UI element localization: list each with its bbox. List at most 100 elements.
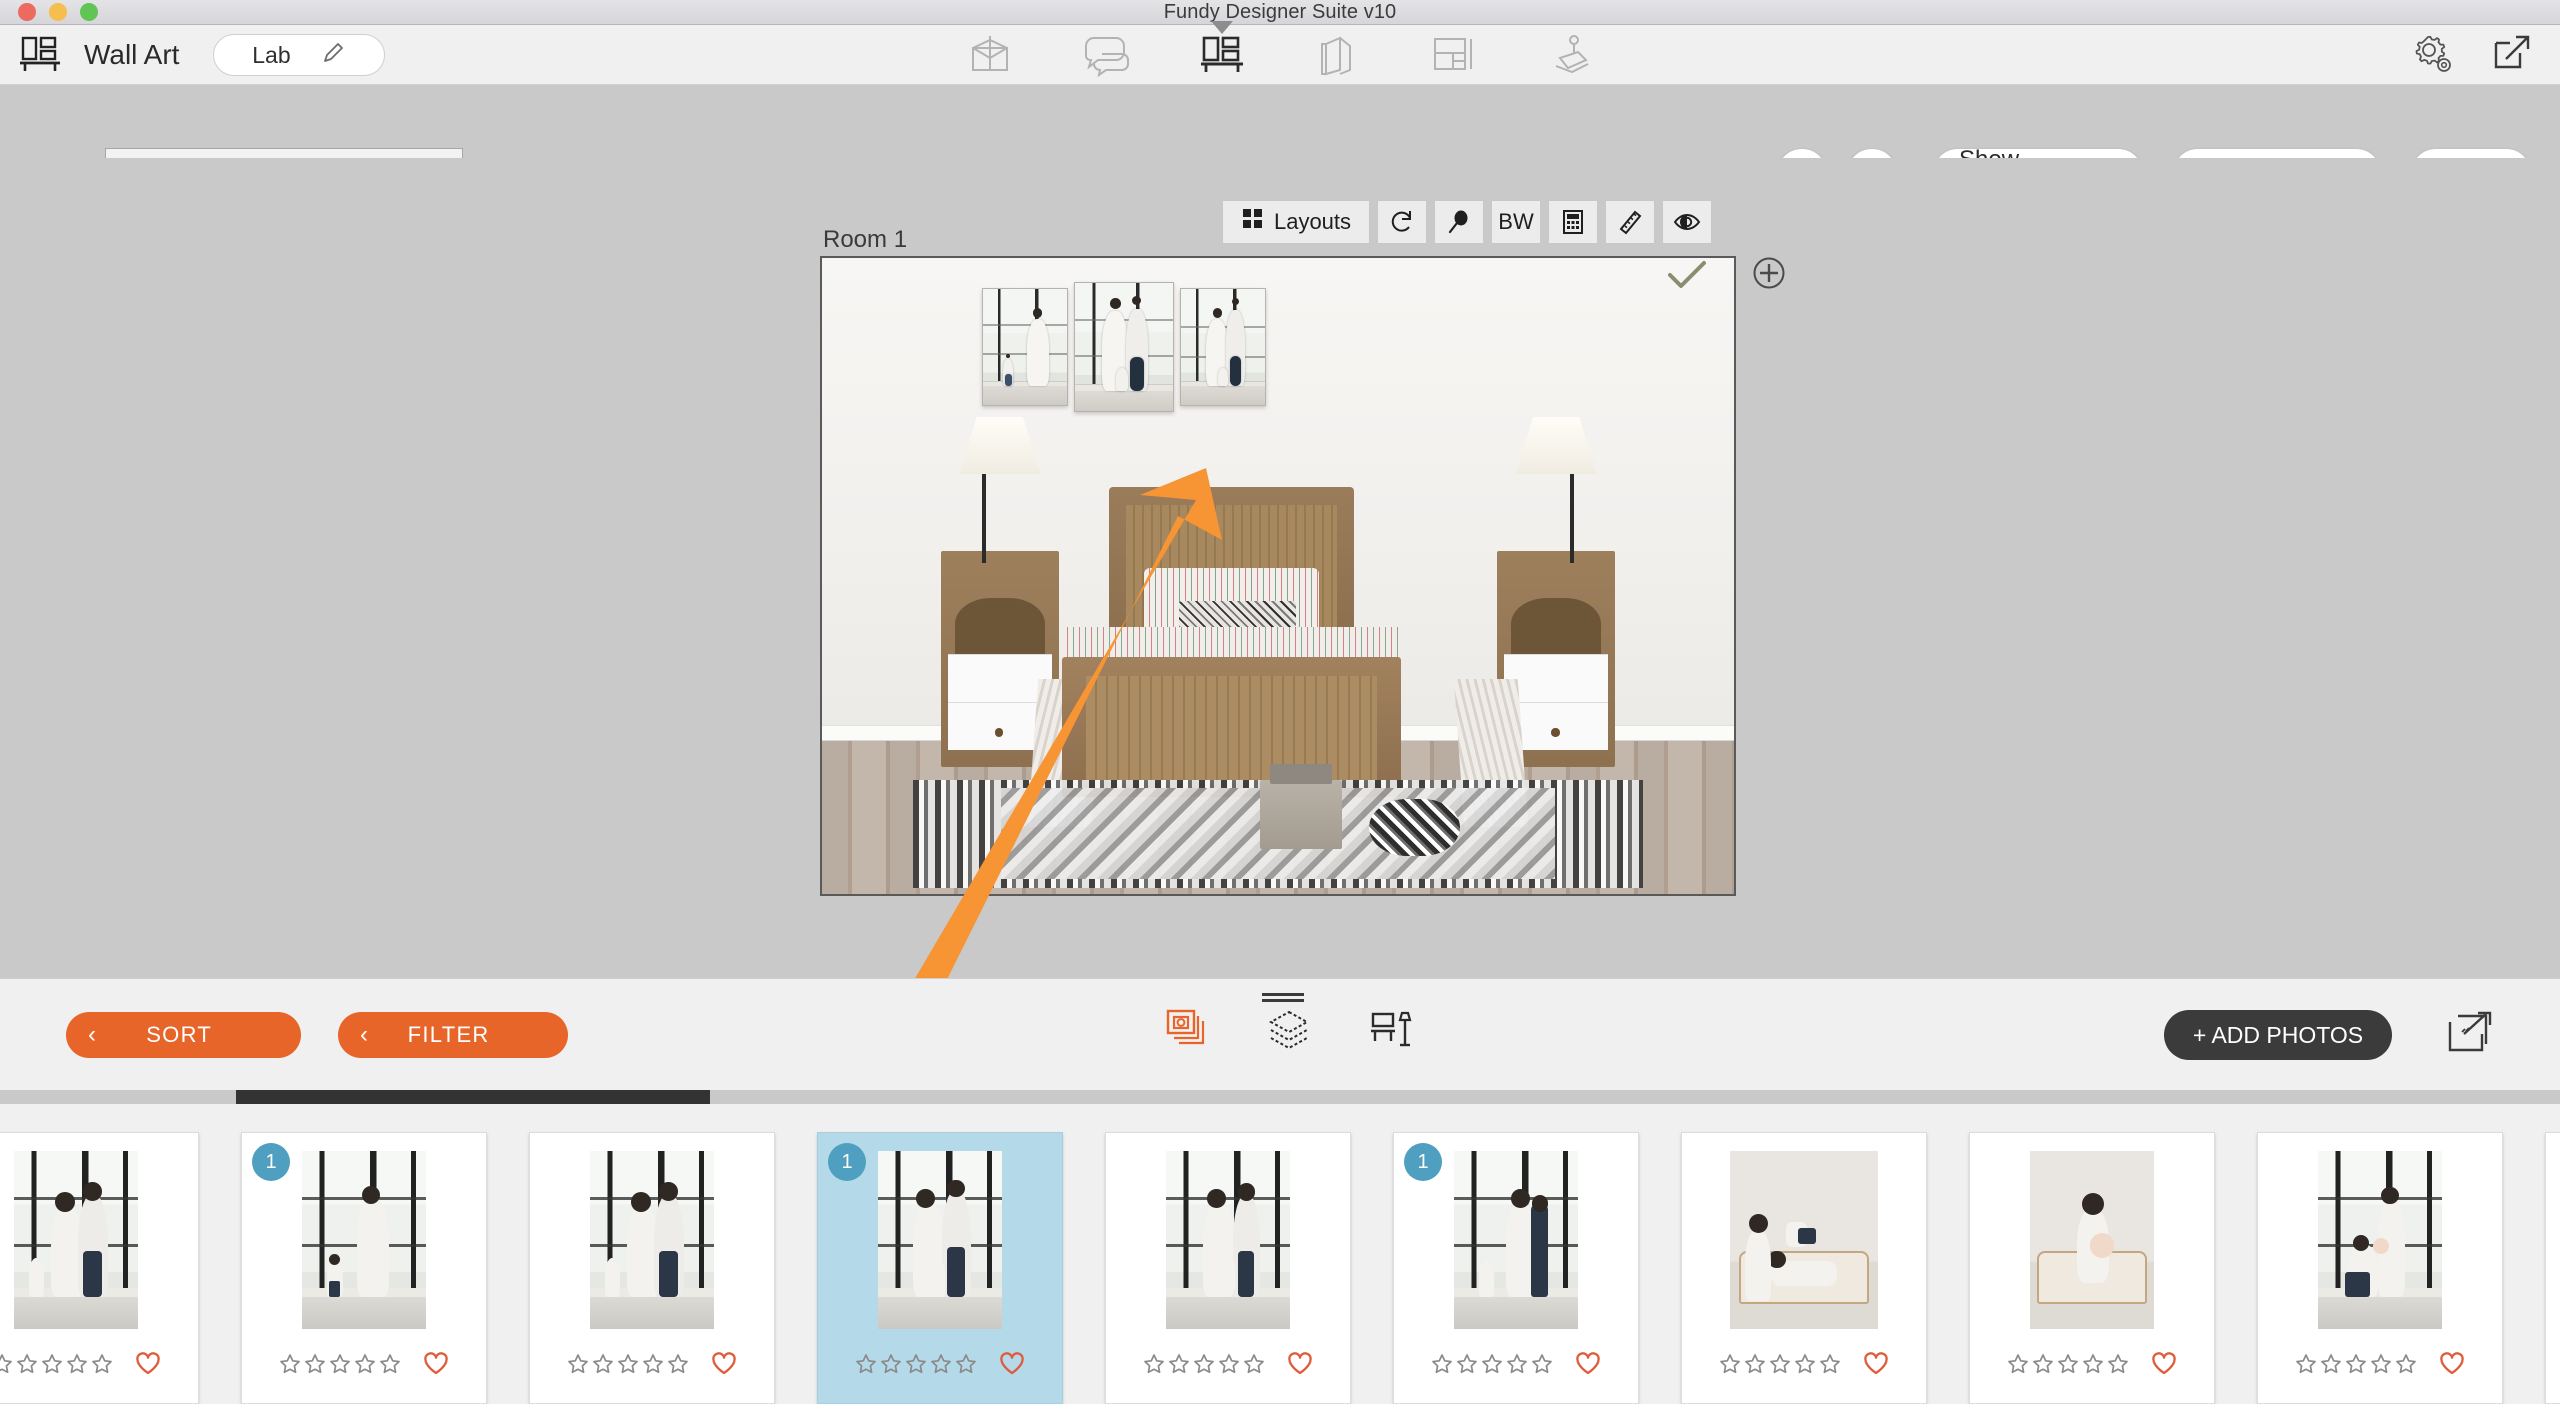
star-icon[interactable] <box>16 1353 38 1380</box>
edit-pencil-icon[interactable] <box>321 40 347 71</box>
toolbar-item-folio[interactable] <box>1310 29 1366 81</box>
favorite-heart-icon[interactable] <box>1863 1352 1889 1381</box>
rating-stars[interactable] <box>1431 1353 1553 1380</box>
rotate-button[interactable] <box>1377 200 1427 244</box>
star-icon[interactable] <box>617 1353 639 1380</box>
star-icon[interactable] <box>930 1353 952 1380</box>
magnifier-button[interactable] <box>1434 200 1484 244</box>
photo-card[interactable] <box>2545 1132 2560 1404</box>
star-icon[interactable] <box>1143 1353 1165 1380</box>
star-icon[interactable] <box>2395 1353 2417 1380</box>
star-icon[interactable] <box>1531 1353 1553 1380</box>
photo-thumbnail[interactable] <box>14 1151 138 1329</box>
photo-card[interactable] <box>1105 1132 1351 1404</box>
room-preview[interactable] <box>820 256 1736 896</box>
star-icon[interactable] <box>1506 1353 1528 1380</box>
wall-art-panel[interactable] <box>1180 288 1266 406</box>
rating-stars[interactable] <box>567 1353 689 1380</box>
favorite-heart-icon[interactable] <box>423 1352 449 1381</box>
star-icon[interactable] <box>2295 1353 2317 1380</box>
toolbar-item-album[interactable] <box>962 29 1018 81</box>
photo-card[interactable]: 1 <box>1393 1132 1639 1404</box>
star-icon[interactable] <box>2057 1353 2079 1380</box>
plus-circle-icon[interactable] <box>1752 256 1786 295</box>
export-arrow-icon[interactable] <box>2490 31 2534 80</box>
star-icon[interactable] <box>2007 1353 2029 1380</box>
star-icon[interactable] <box>1481 1353 1503 1380</box>
star-icon[interactable] <box>1794 1353 1816 1380</box>
toolbar-item-wall-art[interactable] <box>1194 21 1250 81</box>
toolbar-item-stamp[interactable] <box>1542 29 1598 81</box>
bw-button[interactable]: BW <box>1491 200 1541 244</box>
star-icon[interactable] <box>354 1353 376 1380</box>
favorite-heart-icon[interactable] <box>2439 1352 2465 1381</box>
rating-stars[interactable] <box>2295 1353 2417 1380</box>
star-icon[interactable] <box>1719 1353 1741 1380</box>
star-icon[interactable] <box>567 1353 589 1380</box>
panel-resize-handle[interactable] <box>1262 993 1304 1002</box>
photo-card[interactable] <box>1681 1132 1927 1404</box>
star-icon[interactable] <box>0 1353 13 1380</box>
star-icon[interactable] <box>66 1353 88 1380</box>
star-icon[interactable] <box>1193 1353 1215 1380</box>
star-icon[interactable] <box>955 1353 977 1380</box>
expand-image-icon[interactable] <box>2446 1010 2498 1063</box>
toolbar-item-layout[interactable] <box>1426 29 1482 81</box>
filmstrip-scrollbar-thumb[interactable] <box>236 1090 710 1104</box>
star-icon[interactable] <box>1819 1353 1841 1380</box>
photo-card[interactable] <box>1969 1132 2215 1404</box>
calculator-button[interactable] <box>1548 200 1598 244</box>
photo-card[interactable] <box>2257 1132 2503 1404</box>
star-icon[interactable] <box>41 1353 63 1380</box>
star-icon[interactable] <box>2082 1353 2104 1380</box>
lab-selector[interactable]: Lab <box>213 34 386 76</box>
header-right-group[interactable] <box>2410 25 2534 85</box>
wall-art-group[interactable] <box>982 282 1266 412</box>
photo-card[interactable]: 1 <box>817 1132 1063 1404</box>
favorite-heart-icon[interactable] <box>711 1352 737 1381</box>
checkmark-icon[interactable] <box>1666 258 1708 297</box>
photo-thumbnail[interactable] <box>1730 1151 1878 1329</box>
star-icon[interactable] <box>2345 1353 2367 1380</box>
toolbar-item-comments[interactable] <box>1078 29 1134 81</box>
rating-stars[interactable] <box>1143 1353 1265 1380</box>
photo-thumbnail[interactable] <box>590 1151 714 1329</box>
settings-gears-icon[interactable] <box>2410 31 2454 80</box>
star-icon[interactable] <box>1243 1353 1265 1380</box>
layouts-button[interactable]: Layouts <box>1222 200 1370 244</box>
canvas-toolbar[interactable]: Layouts BW <box>1222 200 1712 244</box>
layers-icon[interactable] <box>1267 1009 1311 1056</box>
photo-card[interactable] <box>529 1132 775 1404</box>
wall-art-panel[interactable] <box>982 288 1068 406</box>
favorite-heart-icon[interactable] <box>999 1352 1025 1381</box>
bin-view-toggle-group[interactable] <box>1165 1008 1417 1057</box>
favorite-heart-icon[interactable] <box>1287 1352 1313 1381</box>
star-icon[interactable] <box>667 1353 689 1380</box>
add-photos-button[interactable]: + ADD PHOTOS <box>2164 1010 2392 1060</box>
rating-stars[interactable] <box>279 1353 401 1380</box>
star-icon[interactable] <box>2032 1353 2054 1380</box>
photo-thumbnail[interactable] <box>2318 1151 2442 1329</box>
favorite-heart-icon[interactable] <box>1575 1352 1601 1381</box>
star-icon[interactable] <box>1744 1353 1766 1380</box>
ruler-button[interactable] <box>1605 200 1655 244</box>
mode-toolbar[interactable] <box>962 21 1598 85</box>
rating-stars[interactable] <box>1719 1353 1841 1380</box>
photo-thumbnail[interactable] <box>1166 1151 1290 1329</box>
star-icon[interactable] <box>1456 1353 1478 1380</box>
star-icon[interactable] <box>1168 1353 1190 1380</box>
photo-thumbnail[interactable] <box>302 1151 426 1329</box>
star-icon[interactable] <box>1769 1353 1791 1380</box>
star-icon[interactable] <box>905 1353 927 1380</box>
star-icon[interactable] <box>279 1353 301 1380</box>
sort-button[interactable]: ‹ SORT <box>66 1012 301 1058</box>
wall-art-panel[interactable] <box>1074 282 1174 412</box>
favorite-heart-icon[interactable] <box>2151 1352 2177 1381</box>
star-icon[interactable] <box>880 1353 902 1380</box>
star-icon[interactable] <box>592 1353 614 1380</box>
star-icon[interactable] <box>2320 1353 2342 1380</box>
photo-thumbnail[interactable] <box>1454 1151 1578 1329</box>
star-icon[interactable] <box>2107 1353 2129 1380</box>
rating-stars[interactable] <box>855 1353 977 1380</box>
filter-button[interactable]: ‹ FILTER <box>338 1012 568 1058</box>
